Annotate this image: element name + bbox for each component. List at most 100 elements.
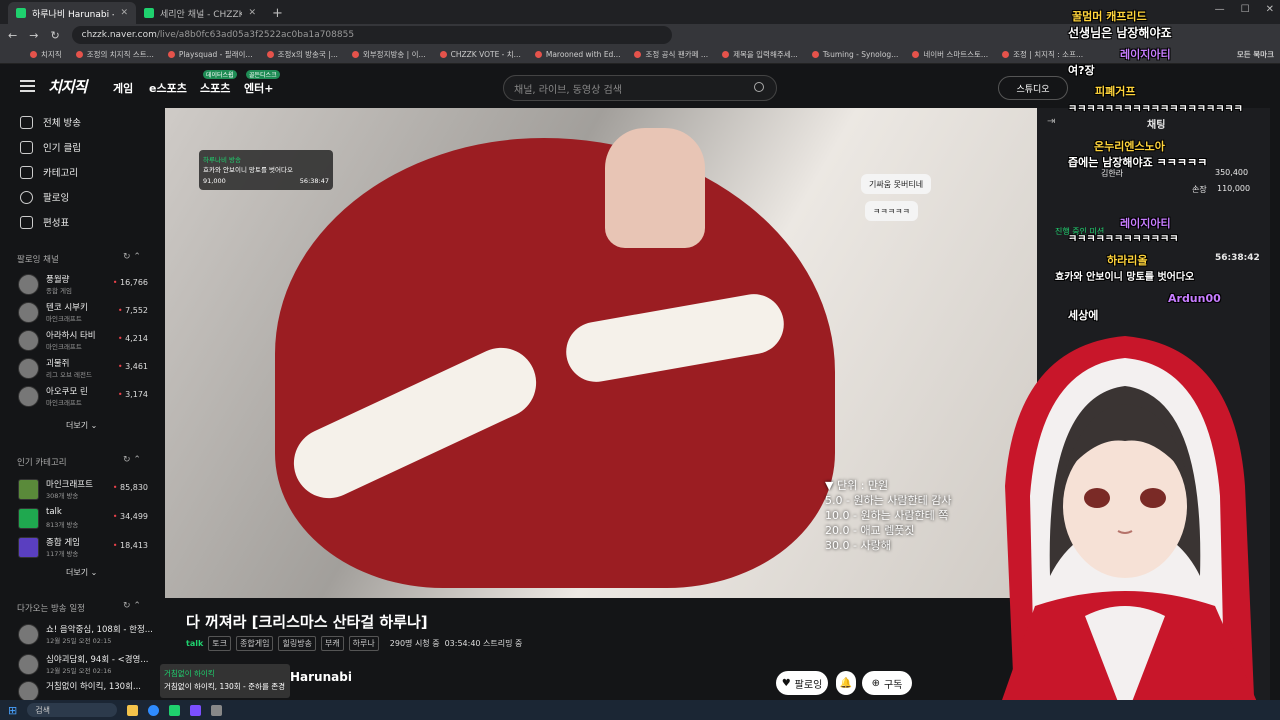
more-button[interactable]: 더보기 ⌄: [66, 567, 97, 578]
sidebar-item-following[interactable]: 팔로잉: [20, 190, 69, 204]
subscribe-button[interactable]: ⊕ 구독: [862, 671, 912, 695]
more-button[interactable]: 더보기 ⌄: [66, 420, 97, 431]
studio-button[interactable]: 스튜디오: [998, 76, 1068, 100]
uptime: 03:54:40 스트리밍 중: [444, 639, 523, 648]
close-icon[interactable]: ✕: [248, 8, 256, 18]
sidebar-item-schedule[interactable]: 편성표: [20, 215, 69, 229]
bookmark-item[interactable]: 조정x의 방송국 |...: [267, 49, 338, 60]
sidebar-item-all[interactable]: 전체 방송: [20, 115, 81, 129]
bookmark-item[interactable]: 외부정지방송 | 이...: [352, 49, 426, 60]
menu-icon[interactable]: [20, 80, 35, 92]
maximize-icon[interactable]: ☐: [1241, 4, 1250, 15]
avatar: [18, 274, 39, 295]
reload-icon[interactable]: ↻: [50, 29, 59, 42]
refresh-collapse-icon[interactable]: ↻ ⌃: [123, 252, 141, 262]
back-icon[interactable]: ←: [8, 29, 17, 42]
bookmark-item[interactable]: Playsquad - 필래이...: [168, 49, 253, 60]
upcoming-item[interactable]: 쇼! 음악중심, 108회 - 한정... 12월 25일 오전 02:15: [18, 623, 164, 647]
vtuber-avatar: [975, 326, 1275, 720]
scissors-icon: [20, 140, 33, 154]
bookmark-item[interactable]: 네이버 스마트스토...: [912, 49, 988, 60]
all-bookmarks-button[interactable]: 모든 북마크: [1237, 49, 1274, 60]
forward-icon[interactable]: →: [29, 29, 38, 42]
tag[interactable]: 종합게임: [236, 636, 274, 651]
avatar: [18, 681, 39, 702]
category-item[interactable]: talk813개 방송34,499: [18, 507, 158, 531]
chat-overlay-msg: 여?장: [1068, 64, 1095, 77]
new-tab-button[interactable]: +: [264, 6, 291, 24]
nav-game[interactable]: 게임: [113, 80, 133, 96]
bookmark-item[interactable]: Tsuming - Synolog...: [812, 50, 899, 59]
search-input[interactable]: 채널, 라이브, 동영상 검색: [503, 75, 777, 101]
tag[interactable]: 하루나: [348, 636, 379, 651]
search-icon[interactable]: [754, 82, 764, 92]
channel-name[interactable]: Harunabi: [290, 670, 352, 684]
bell-icon[interactable]: 🔔: [836, 671, 856, 695]
category-link[interactable]: talk: [186, 639, 203, 648]
minimize-icon[interactable]: —: [1215, 4, 1225, 15]
category-item[interactable]: 마인크래프트308개 방송85,830: [18, 478, 158, 502]
app-icon[interactable]: [211, 704, 223, 716]
tag[interactable]: 힐링방송: [278, 636, 316, 651]
bookmark-item[interactable]: 조정 | 치지직 : 소프...: [1002, 49, 1083, 60]
following-channel[interactable]: 텐코 시부키마인크래프트7,552: [18, 301, 158, 325]
category-item[interactable]: 종합 게임117개 방송18,413: [18, 536, 158, 560]
upcoming-title: 다가오는 방송 일정: [17, 604, 85, 614]
folder-icon[interactable]: [127, 704, 139, 716]
app-icon[interactable]: [169, 704, 181, 716]
following-channel[interactable]: 아오쿠모 린마인크래프트3,174: [18, 385, 158, 409]
sidebar-item-category[interactable]: 카테고리: [20, 165, 78, 179]
calendar-icon: [20, 215, 33, 229]
collapse-chat-icon[interactable]: ⇥: [1047, 116, 1055, 127]
nav-sports[interactable]: 스포츠: [200, 80, 230, 96]
refresh-collapse-icon[interactable]: ↻ ⌃: [123, 601, 141, 611]
chat-bubble: ㅋㅋㅋㅋㅋ: [865, 201, 918, 221]
video-frame-subject: [275, 138, 835, 588]
refresh-collapse-icon[interactable]: ↻ ⌃: [123, 455, 141, 465]
follow-button[interactable]: ♥ 팔로잉: [776, 671, 828, 695]
ranking-value: 350,400: [1215, 168, 1249, 177]
app-icon[interactable]: [190, 704, 202, 716]
close-window-icon[interactable]: ✕: [1266, 4, 1274, 15]
nav-esports[interactable]: e스포츠: [149, 80, 187, 96]
bookmark-item[interactable]: 조정 공식 팬카페 ...: [634, 49, 708, 60]
tag[interactable]: 부캐: [320, 636, 344, 651]
window-controls: — ☐ ✕: [1215, 4, 1274, 15]
chat-bubble: 기싸움 못버티네: [861, 174, 932, 194]
avatar: [18, 654, 39, 675]
grid-icon: [20, 165, 33, 179]
following-channel[interactable]: 괴물쥐리그 오브 레전드3,461: [18, 357, 158, 381]
following-channel[interactable]: 풍월량종합 게임16,766: [18, 273, 158, 297]
upcoming-item[interactable]: 심야괴담회, 94회 - <경영... 12월 25일 오전 02:16: [18, 653, 164, 677]
chrome-icon[interactable]: [148, 704, 160, 716]
tooltip: 거침없이 하이킥 거침없이 하이킥, 130회 - 준하를 존경: [160, 664, 290, 698]
site-logo[interactable]: 치지직: [48, 76, 87, 97]
ranking-item: 손장: [1192, 185, 1207, 194]
plus-icon: ⊕: [871, 677, 880, 689]
bookmark-item[interactable]: 치지직: [30, 49, 62, 60]
url-field[interactable]: chzzk.naver.com/live/a8b0fc63ad05a3f2522…: [71, 26, 672, 44]
sidebar-item-clips[interactable]: 인기 클립: [20, 140, 81, 154]
chat-overlay-nick: 레이지아티: [1120, 217, 1171, 230]
browser-tab[interactable]: 하루나비 Harunabi - 다 꺼져라✕: [8, 2, 136, 24]
category-thumb: [18, 508, 39, 529]
live-popup[interactable]: 하루나비 방송 효카와 안보이니 망토를 벗어다오 91,000 56:38:47: [199, 150, 333, 190]
bookmark-item[interactable]: 조정의 치지직 스트...: [76, 49, 154, 60]
following-channel[interactable]: 아라하시 타비마인크래프트4,214: [18, 329, 158, 353]
avatar: [18, 624, 39, 645]
nav-badge: 골든디스크: [246, 70, 280, 79]
chzzk-favicon-icon: [144, 8, 154, 18]
tag[interactable]: 토크: [208, 636, 232, 651]
windows-start-icon[interactable]: ⊞: [8, 704, 17, 717]
close-icon[interactable]: ✕: [120, 8, 128, 18]
following-title: 팔로잉 채널: [17, 255, 59, 265]
bookmark-item[interactable]: Marooned with Ed...: [535, 50, 621, 59]
browser-tab[interactable]: 세리안 채널 - CHZZK ✕: [136, 2, 264, 24]
nav-enter[interactable]: 엔터+: [244, 80, 273, 96]
taskbar-search[interactable]: 검색: [27, 703, 118, 717]
chat-overlay-msg: 선생님은 남장해야죠: [1068, 26, 1172, 40]
bookmark-item[interactable]: 제목을 입력해주세...: [722, 49, 798, 60]
video-player[interactable]: 하루나비 방송 효카와 안보이니 망토를 벗어다오 91,000 56:38:47…: [165, 108, 1037, 598]
bookmark-item[interactable]: CHZZK VOTE - 치...: [440, 49, 521, 60]
chat-overlay-msg: 효카와 안보이니 망토를 벗어다오: [1055, 272, 1195, 283]
